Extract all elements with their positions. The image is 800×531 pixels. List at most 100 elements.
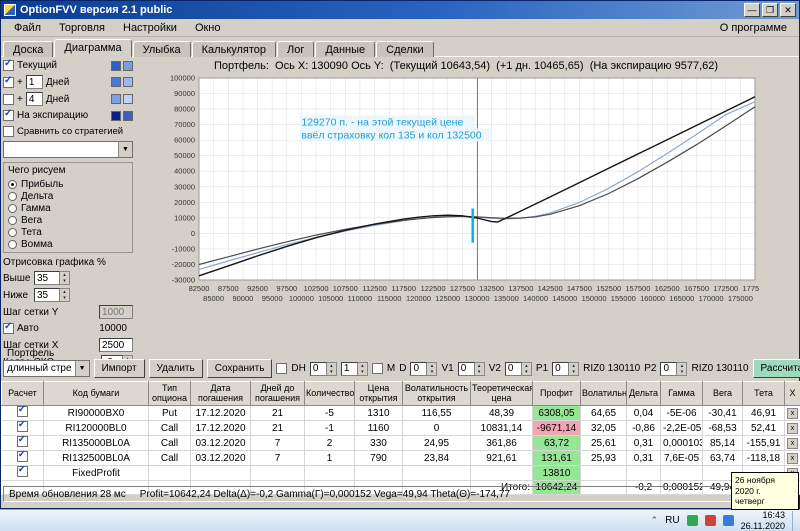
field-V2[interactable]: ▴▾ (504, 361, 532, 376)
column-header[interactable]: Дата погашения (190, 381, 251, 406)
grid-step-x-field[interactable] (99, 338, 133, 352)
render-below-field[interactable] (34, 288, 60, 302)
spinner-arrows-icon[interactable]: ▴▾ (357, 361, 368, 376)
compare-strategy-checkbox[interactable]: ✓ (3, 126, 14, 137)
radio-button-1[interactable] (8, 191, 17, 201)
spinner-arrows-icon[interactable]: ▴▾ (677, 361, 688, 376)
save-button[interactable]: Сохранить (206, 359, 273, 378)
field-input-D[interactable] (410, 361, 428, 376)
row-close-button[interactable]: х (787, 423, 798, 434)
column-header[interactable]: Код бумаги (43, 381, 149, 406)
render-above-spinner[interactable]: ▴▾ (34, 271, 70, 285)
days-field-2[interactable] (25, 92, 43, 106)
tray-icon-red[interactable] (704, 515, 716, 526)
maximize-button[interactable]: ❐ (762, 3, 778, 17)
tab-data[interactable]: Данные (315, 41, 376, 57)
row-calc-checkbox[interactable]: ✓ (16, 406, 28, 417)
dh-checkbox[interactable]: ✓ (276, 363, 288, 374)
column-header[interactable]: Тип опциона (148, 381, 191, 406)
draw-option-row[interactable]: Дельта (8, 190, 128, 202)
draw-option-row[interactable]: Вега (8, 214, 128, 226)
chevron-up-icon[interactable]: ⌃ (651, 515, 659, 526)
tab-log[interactable]: Лог (277, 41, 315, 57)
field-input-V2[interactable] (504, 361, 522, 376)
menu-about[interactable]: О программе (712, 21, 795, 35)
row-calc-checkbox[interactable]: ✓ (16, 421, 28, 432)
m-checkbox[interactable]: ✓ (371, 363, 383, 374)
chevron-down-icon[interactable]: ▼ (74, 361, 89, 376)
grid-step-y-field[interactable] (99, 305, 133, 319)
dh-field-1[interactable] (309, 361, 327, 376)
tab-smile[interactable]: Улыбка (132, 41, 191, 57)
color-swatch[interactable] (111, 94, 121, 104)
draw-option-row[interactable]: Прибыль (8, 178, 128, 190)
show-desktop-button[interactable] (792, 510, 797, 531)
strategy-compare-dropdown[interactable]: ▼ (3, 141, 133, 158)
spinner-arrows-icon[interactable]: ▴▾ (569, 361, 580, 376)
color-swatch[interactable] (123, 110, 133, 121)
color-swatch[interactable] (111, 77, 121, 87)
chevron-down-icon[interactable]: ▼ (118, 142, 132, 157)
field-D[interactable]: ▴▾ (410, 361, 438, 376)
spinner-arrows-icon[interactable]: ▴▾ (326, 361, 337, 376)
pnl-chart[interactable]: -30000-20000-100000100002000030000400005… (155, 74, 759, 312)
spinner-arrows-icon[interactable]: ▴▾ (521, 361, 532, 376)
radio-button-5[interactable] (8, 239, 17, 249)
radio-button-4[interactable] (8, 227, 17, 237)
spinner-arrows-icon[interactable]: ▴▾ (427, 361, 438, 376)
days-field-1[interactable] (25, 75, 43, 89)
radio-button-2[interactable] (8, 203, 17, 213)
menu-file[interactable]: Файл (5, 21, 50, 35)
spinner-arrows-icon[interactable]: ▴▾ (474, 361, 485, 376)
column-header[interactable]: Тета (742, 381, 785, 406)
curve-checkbox-0[interactable]: ✓ (3, 58, 14, 71)
curve-checkbox-3[interactable]: ✓ (3, 108, 14, 121)
column-header[interactable]: Цена открытия (354, 381, 403, 406)
tray-icon-blue[interactable] (722, 515, 734, 526)
menu-trading[interactable]: Торговля (50, 21, 114, 35)
tray-icon-green[interactable] (686, 515, 698, 526)
dh-spinner-1[interactable]: ▴▾ (309, 361, 337, 376)
grid-auto-checkbox[interactable]: ✓ (3, 321, 14, 334)
radio-button-3[interactable] (8, 215, 17, 225)
column-header[interactable]: Волатильность (580, 381, 627, 406)
dh-field-2[interactable] (340, 361, 358, 376)
language-indicator[interactable]: RU (665, 515, 679, 526)
column-header[interactable]: X (784, 381, 800, 406)
color-swatch[interactable] (123, 77, 133, 87)
column-header[interactable]: Дней до погашения (250, 381, 305, 406)
spinner-arrows-icon[interactable]: ▴▾ (60, 288, 70, 302)
curve-checkbox-1[interactable]: ✓ (3, 75, 14, 88)
column-header[interactable]: Волатильность открытия (402, 381, 471, 406)
render-above-field[interactable] (34, 271, 60, 285)
row-calc-checkbox[interactable]: ✓ (16, 466, 28, 477)
color-swatch[interactable] (123, 60, 133, 71)
color-swatch[interactable] (111, 60, 121, 71)
menu-settings[interactable]: Настройки (114, 21, 186, 35)
menu-window[interactable]: Окно (186, 21, 230, 35)
close-button[interactable]: ✕ (780, 3, 796, 17)
column-header[interactable]: Вега (702, 381, 743, 406)
field-input-P2[interactable] (660, 361, 678, 376)
row-close-button[interactable]: х (787, 453, 798, 464)
column-header[interactable]: Количество (304, 381, 355, 406)
radio-button-0[interactable] (8, 179, 17, 189)
row-calc-checkbox[interactable]: ✓ (16, 436, 28, 447)
color-swatch[interactable] (123, 94, 133, 104)
field-P2[interactable]: ▴▾ (660, 361, 688, 376)
field-input-V1[interactable] (457, 361, 475, 376)
delete-button[interactable]: Удалить (148, 359, 203, 378)
column-header[interactable]: Расчет (1, 381, 44, 406)
tab-diagram[interactable]: Диаграмма (54, 39, 132, 57)
draw-option-row[interactable]: Тета (8, 226, 128, 238)
spinner-arrows-icon[interactable]: ▴▾ (60, 271, 70, 285)
field-input-P1[interactable] (552, 361, 570, 376)
minimize-button[interactable]: — (744, 3, 760, 17)
column-header[interactable]: Профит (532, 381, 581, 406)
curve-checkbox-2[interactable]: ✓ (3, 93, 14, 105)
column-header[interactable]: Гамма (660, 381, 703, 406)
tab-deals[interactable]: Сделки (376, 41, 434, 57)
tab-calculator[interactable]: Калькулятор (191, 41, 277, 57)
taskbar-clock[interactable]: 16:43 26.11.2020 (741, 510, 785, 531)
strategy-dropdown[interactable]: длинный стре ▼ (3, 360, 90, 377)
